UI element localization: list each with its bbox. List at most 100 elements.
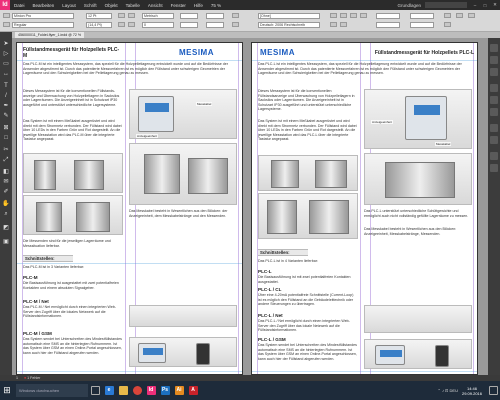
panel-menu-icon[interactable] — [468, 13, 475, 18]
leading-field[interactable]: (14,4 Pt) — [86, 22, 112, 28]
menu-bearbeiten[interactable]: Bearbeiten — [29, 3, 59, 8]
line-tool-icon[interactable]: / — [2, 92, 10, 100]
gap-tool-icon[interactable]: ↔ — [2, 70, 10, 78]
silo-photo-1 — [258, 155, 358, 191]
strikethrough-toggle[interactable] — [128, 22, 135, 27]
preflight-status[interactable]: 1 Fehler — [27, 376, 40, 380]
menu-objekt[interactable]: Objekt — [101, 3, 122, 8]
selection-tool-icon[interactable]: ➤ — [2, 40, 10, 48]
menu-hilfe[interactable]: Hilfe — [190, 3, 207, 8]
direct-selection-tool-icon[interactable]: ▷ — [2, 50, 10, 58]
bullet-list-icon[interactable] — [444, 13, 451, 18]
font-family-field[interactable]: Minion Pro — [12, 13, 74, 19]
align-panel-icon[interactable] — [490, 164, 498, 172]
indent-right-icon[interactable] — [340, 22, 347, 27]
transform-tool-icon[interactable]: ⤢ — [2, 156, 10, 164]
acrobat-taskbar-icon[interactable]: A — [186, 381, 200, 400]
pencil-tool-icon[interactable]: ✎ — [2, 112, 10, 120]
page-number[interactable]: 1 — [16, 376, 18, 380]
hand-tool-icon[interactable]: ✋ — [2, 200, 10, 208]
menu-tabelle[interactable]: Tabelle — [122, 3, 144, 8]
help-search-input[interactable] — [425, 2, 467, 8]
font-style-field[interactable]: Regular — [12, 22, 74, 28]
text-wrap-panel-icon[interactable] — [490, 152, 498, 160]
justify-icon[interactable] — [360, 13, 367, 18]
menu-datei[interactable]: Datei — [10, 3, 29, 8]
text-fill-swatch[interactable] — [232, 13, 239, 18]
task-view-icon[interactable] — [88, 381, 102, 400]
character-mode-icon[interactable] — [3, 13, 10, 18]
menu-schrift[interactable]: Schrift — [80, 3, 101, 8]
eyedropper-tool-icon[interactable]: ✐ — [2, 188, 10, 196]
space-before-field[interactable] — [410, 13, 434, 19]
illustrator-taskbar-icon[interactable]: Ai — [172, 381, 186, 400]
page-left[interactable]: Füllstandmessgerät für Holzpellets PLC-M… — [16, 42, 243, 375]
chrome-icon[interactable] — [130, 381, 144, 400]
menu-layout[interactable]: Layout — [58, 3, 80, 8]
indesign-taskbar-icon[interactable]: Id — [144, 381, 158, 400]
first-line-indent-field[interactable] — [376, 22, 400, 28]
taskbar-search[interactable]: Windows durchsuchen — [16, 384, 88, 397]
paragraph-styles-panel-icon[interactable] — [490, 124, 498, 132]
italic-toggle[interactable] — [118, 22, 125, 27]
vertical-scale-field[interactable] — [180, 13, 198, 19]
maximize-icon[interactable]: □ — [480, 3, 490, 8]
preflight-status-icon[interactable]: ● — [24, 376, 26, 380]
document-canvas[interactable]: Füllstandmessgerät für Holzpellets PLC-M… — [12, 38, 488, 375]
minimize-icon[interactable]: – — [470, 3, 480, 8]
underline-toggle[interactable] — [128, 13, 135, 18]
fill-stroke-icon[interactable]: ◩ — [2, 224, 10, 232]
column-icon[interactable] — [456, 13, 463, 18]
screen-mode-icon[interactable]: ▣ — [2, 238, 10, 246]
zoom-tool-icon[interactable]: ⌕ — [2, 210, 10, 218]
align-left-icon[interactable] — [330, 13, 337, 18]
align-right-icon[interactable] — [350, 13, 357, 18]
type-tool-icon[interactable]: T — [2, 82, 10, 90]
close-icon[interactable]: ✕ — [490, 2, 500, 8]
pages-panel-icon[interactable] — [490, 44, 498, 52]
pen-tool-icon[interactable]: ✒ — [2, 102, 10, 110]
edge-icon[interactable]: e — [102, 381, 116, 400]
color-panel-icon[interactable] — [490, 108, 498, 116]
menu-fenster[interactable]: Fenster — [167, 3, 190, 8]
kerning-field[interactable]: Metrisch — [142, 13, 174, 19]
indent-left-icon[interactable] — [330, 22, 337, 27]
character-style-field[interactable]: [Ohne] — [258, 13, 320, 19]
font-size-field[interactable]: 12 Pt — [86, 13, 112, 19]
menu-ansicht[interactable]: Ansicht — [144, 3, 167, 8]
paragraph-mode-icon[interactable] — [3, 22, 10, 27]
stroke-panel-icon[interactable] — [490, 84, 498, 92]
character-styles-panel-icon[interactable] — [490, 136, 498, 144]
bold-toggle[interactable] — [118, 13, 125, 18]
skew-field[interactable] — [206, 22, 224, 28]
scissors-tool-icon[interactable]: ✂ — [2, 146, 10, 154]
tracking-field[interactable]: 0 — [142, 22, 174, 28]
gradient-tool-icon[interactable]: ◧ — [2, 168, 10, 176]
space-after-field[interactable] — [410, 22, 434, 28]
align-center-icon[interactable] — [340, 13, 347, 18]
note-tool-icon[interactable]: ✉ — [2, 178, 10, 186]
rectangle-frame-tool-icon[interactable]: ⊠ — [2, 124, 10, 132]
page-tool-icon[interactable]: ▭ — [2, 60, 10, 68]
text-stroke-swatch[interactable] — [232, 22, 239, 27]
zoom-level[interactable]: 75 % — [207, 3, 225, 8]
workspace-switcher[interactable]: Grundlagen — [393, 3, 425, 8]
left-indent-field[interactable] — [376, 13, 400, 19]
layers-panel-icon[interactable] — [490, 56, 498, 64]
numbered-list-icon[interactable] — [444, 22, 451, 27]
explorer-icon[interactable] — [116, 381, 130, 400]
horizontal-scale-field[interactable] — [180, 22, 198, 28]
swatches-panel-icon[interactable] — [490, 96, 498, 104]
storage-room-photo — [364, 153, 472, 205]
page-right[interactable]: MESIMA Füllstandmessgerät für Holzpellet… — [251, 42, 478, 375]
rectangle-tool-icon[interactable]: □ — [2, 134, 10, 142]
language-field[interactable]: Deutsch: 2006 Rechtschreib — [258, 22, 320, 28]
baseline-shift-field[interactable] — [206, 13, 224, 19]
intro-paragraph: Das PLC-L ist ein intelligentes Messsyst… — [258, 62, 462, 76]
notification-icon[interactable] — [486, 381, 500, 400]
photoshop-taskbar-icon[interactable]: Ps — [158, 381, 172, 400]
clock[interactable]: 14:46 29.09.2016 — [462, 386, 482, 396]
links-panel-icon[interactable] — [490, 68, 498, 76]
system-tray[interactable]: ⌃ ♪ ⊡ DEU — [437, 388, 457, 393]
windows-start-icon[interactable]: ⊞ — [0, 381, 14, 400]
